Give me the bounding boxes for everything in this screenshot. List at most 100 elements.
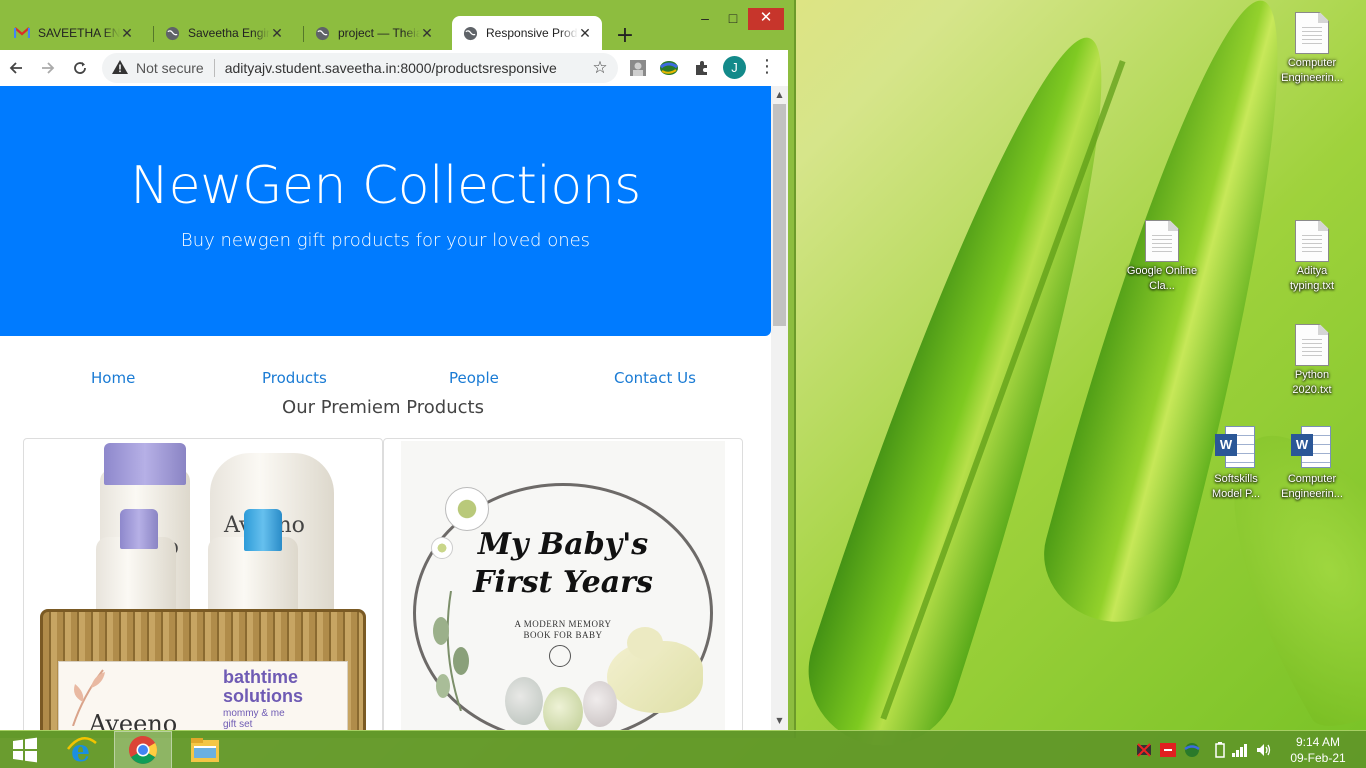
page-viewport: NewGen Collections Buy newgen gift produ… xyxy=(0,86,771,730)
battery-icon[interactable] xyxy=(1212,742,1228,758)
chrome-icon xyxy=(129,736,157,764)
address-bar[interactable]: Not secure adityajv.student.saveetha.in:… xyxy=(102,53,618,83)
taskbar-clock[interactable]: 9:14 AM 09-Feb-21 xyxy=(1284,734,1352,766)
tab-strip: SAVEETHA ENGINEERING ✕ Saveetha Engineer… xyxy=(0,8,796,50)
bookmark-star-icon[interactable]: ☆ xyxy=(588,58,612,78)
clock-time: 9:14 AM xyxy=(1295,735,1341,749)
globe-icon xyxy=(164,25,180,41)
file-explorer-icon xyxy=(191,738,219,762)
desktop-icon-python-2020[interactable]: Python 2020.txt xyxy=(1274,324,1350,398)
new-tab-button[interactable]: + xyxy=(612,24,638,50)
tab-responsive-products[interactable]: Responsive Products ✕ xyxy=(452,16,602,50)
gift-box-brand: Aveeno xyxy=(89,710,178,730)
tab-title: SAVEETHA ENGINEERING xyxy=(38,26,120,40)
section-title: Our Premiem Products xyxy=(282,397,484,418)
close-window-button[interactable]: ✕ xyxy=(748,8,784,30)
gmail-icon xyxy=(14,25,30,41)
main-nav: Home Products People Contact Us xyxy=(0,369,771,393)
gift-box-title: bathtime solutions xyxy=(223,667,303,706)
word-document-icon: W xyxy=(1215,426,1257,470)
back-arrow-icon xyxy=(9,62,22,74)
forward-button[interactable] xyxy=(32,52,64,84)
nav-contact-us[interactable]: Contact Us xyxy=(614,369,696,387)
signal-strength-icon[interactable] xyxy=(1232,742,1248,758)
nav-products[interactable]: Products xyxy=(262,369,327,387)
taskbar-internet-explorer[interactable]: e xyxy=(56,731,108,768)
egg-illustration xyxy=(505,677,543,725)
warning-icon[interactable] xyxy=(112,59,130,77)
profile-avatar[interactable]: J xyxy=(723,56,746,79)
product-image-baby-book[interactable]: My Baby's First Years A MODERN MEMORY BO… xyxy=(401,441,725,730)
page-scrollbar[interactable]: ▲ ▼ xyxy=(771,86,788,730)
reload-button[interactable] xyxy=(64,52,96,84)
close-tab-icon[interactable]: ✕ xyxy=(578,25,592,42)
back-button[interactable] xyxy=(0,52,32,84)
reload-icon xyxy=(74,62,86,74)
desktop-icon-label: Computer Engineerin... xyxy=(1281,57,1343,84)
desktop-icon-label: Computer Engineerin... xyxy=(1281,473,1343,500)
text-file-icon xyxy=(1295,12,1329,54)
text-file-icon xyxy=(1295,220,1329,262)
close-tab-icon[interactable]: ✕ xyxy=(420,25,434,42)
tab-saveetha-engineering[interactable]: Saveetha Engineering ✕ xyxy=(154,16,294,50)
desktop-icon-softskills-model[interactable]: W Softskills Model P... xyxy=(1198,426,1274,502)
taskbar-file-explorer[interactable] xyxy=(178,731,232,768)
extensions-puzzle-icon[interactable] xyxy=(692,58,712,78)
gift-box-subtitle: mommy & me gift set xyxy=(223,708,285,730)
extension-globe-icon[interactable] xyxy=(659,58,679,78)
clock-date: 09-Feb-21 xyxy=(1290,751,1346,765)
desktop-icon-google-online-class[interactable]: Google Online Cla... xyxy=(1124,220,1200,294)
more-menu-icon[interactable]: ⋮ xyxy=(758,55,776,81)
forward-arrow-icon xyxy=(42,62,55,74)
daisy-decoration xyxy=(445,487,489,531)
hero-subtitle: Buy newgen gift products for your loved … xyxy=(180,230,591,251)
tab-project-theia[interactable]: project — Theia ✕ xyxy=(304,16,444,50)
volume-icon[interactable] xyxy=(1256,742,1272,758)
product-card[interactable]: Aveeno Aveeno Aveeno baby Aveeno baby ba… xyxy=(23,438,383,730)
close-tab-icon[interactable]: ✕ xyxy=(120,25,134,42)
maximize-button[interactable]: □ xyxy=(722,8,744,30)
tray-globe-icon[interactable] xyxy=(1184,742,1200,758)
scroll-up-icon[interactable]: ▲ xyxy=(771,88,788,102)
security-label[interactable]: Not secure xyxy=(136,60,204,76)
close-tab-icon[interactable]: ✕ xyxy=(270,25,284,42)
desktop-icon-label: Python 2020.txt xyxy=(1292,369,1332,396)
tab-gmail[interactable]: SAVEETHA ENGINEERING ✕ xyxy=(4,16,144,50)
tab-title: Responsive Products xyxy=(486,26,578,40)
book-title-line1: My Baby's xyxy=(477,527,649,562)
url-text[interactable]: adityajv.student.saveetha.in:8000/produc… xyxy=(225,60,588,76)
gift-box-label: bathtime solutions mommy & me gift set A… xyxy=(58,661,348,730)
taskbar-chrome[interactable] xyxy=(114,731,172,768)
scroll-down-icon[interactable]: ▼ xyxy=(771,714,788,728)
minimize-button[interactable]: – xyxy=(694,8,716,30)
word-document-icon: W xyxy=(1291,426,1333,470)
desktop-icon-label: Google Online Cla... xyxy=(1126,265,1198,292)
browser-toolbar: Not secure adityajv.student.saveetha.in:… xyxy=(0,50,788,86)
globe-icon xyxy=(462,25,478,41)
desktop-icon-label: Aditya typing.txt xyxy=(1289,265,1335,292)
product-image-aveeno-gift-set[interactable]: Aveeno Aveeno Aveeno baby Aveeno baby ba… xyxy=(24,439,382,730)
text-file-icon xyxy=(1295,324,1329,366)
scrollbar-thumb[interactable] xyxy=(773,104,786,326)
desktop-icon-computer-engineering-doc[interactable]: W Computer Engineerin... xyxy=(1274,426,1350,502)
start-button[interactable] xyxy=(0,731,50,768)
product-card[interactable]: My Baby's First Years A MODERN MEMORY BO… xyxy=(383,438,743,730)
tray-app-red-icon[interactable] xyxy=(1160,742,1176,758)
taskbar: e 9:14 AM 09-Feb-21 xyxy=(0,730,1366,768)
network-disconnected-icon[interactable] xyxy=(1136,742,1152,758)
tab-title: project — Theia xyxy=(338,26,420,40)
text-file-icon xyxy=(1145,220,1179,262)
extension-photo-icon[interactable] xyxy=(628,58,648,78)
book-emblem-icon xyxy=(549,645,571,667)
leaf-branch-icon xyxy=(433,591,469,711)
nav-people[interactable]: People xyxy=(449,369,499,387)
hero-banner: NewGen Collections Buy newgen gift produ… xyxy=(0,86,771,336)
desktop-icon-label: Softskills Model P... xyxy=(1211,473,1261,500)
nav-home[interactable]: Home xyxy=(91,369,135,387)
hero-title: NewGen Collections xyxy=(130,156,641,216)
desktop-icon-aditya-typing[interactable]: Aditya typing.txt xyxy=(1274,220,1350,294)
globe-icon xyxy=(314,25,330,41)
chrome-window: SAVEETHA ENGINEERING ✕ Saveetha Engineer… xyxy=(0,0,796,738)
internet-explorer-icon: e xyxy=(67,735,97,765)
desktop-icon-computer-engineering-txt[interactable]: Computer Engineerin... xyxy=(1274,12,1350,86)
